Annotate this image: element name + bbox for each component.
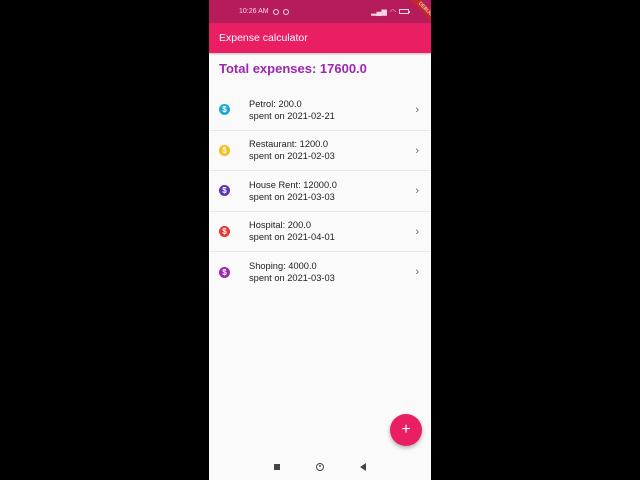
phone-screen: 10:26 AM ▂▄▆ ◠ DEBUG Expense calculator … <box>209 0 431 480</box>
add-expense-button[interactable]: + <box>390 414 422 446</box>
recents-button[interactable] <box>274 463 280 470</box>
notification-icon <box>272 8 279 15</box>
app-title: Expense calculator <box>219 32 308 44</box>
status-bar: 10:26 AM ▂▄▆ ◠ DEBUG <box>209 0 431 29</box>
expense-date: spent on 2021-03-03 <box>249 191 335 202</box>
app-bar: Expense calculator <box>209 23 431 53</box>
chevron-right-icon[interactable]: › <box>415 145 419 157</box>
expense-title: House Rent: 12000.0 <box>249 179 337 190</box>
chevron-right-icon[interactable]: › <box>415 266 419 278</box>
list-item[interactable]: $ Petrol: 200.0 spent on 2021-02-21 › <box>209 90 431 131</box>
expense-title: Shoping: 4000.0 <box>249 261 317 272</box>
dollar-coin-icon: $ <box>219 144 230 156</box>
chevron-right-icon[interactable]: › <box>415 104 419 116</box>
expense-date: spent on 2021-02-21 <box>249 110 335 121</box>
wifi-icon: ◠ <box>389 8 396 16</box>
list-item[interactable]: $ House Rent: 12000.0 spent on 2021-03-0… <box>209 171 431 212</box>
home-button[interactable] <box>316 462 324 471</box>
list-item[interactable]: $ Hospital: 200.0 spent on 2021-04-01 › <box>209 212 431 252</box>
expense-title: Petrol: 200.0 <box>249 98 302 109</box>
battery-icon <box>399 9 410 14</box>
chevron-right-icon[interactable]: › <box>415 226 419 238</box>
sync-icon <box>282 8 289 15</box>
plus-icon: + <box>401 421 411 438</box>
expense-date: spent on 2021-02-03 <box>249 151 335 162</box>
system-nav-bar <box>209 453 431 480</box>
dollar-coin-icon: $ <box>219 104 230 116</box>
status-time: 10:26 AM <box>239 8 269 15</box>
expense-title: Restaurant: 1200.0 <box>249 139 329 150</box>
back-button[interactable] <box>360 462 366 471</box>
signal-icon: ▂▄▆ <box>371 8 387 16</box>
expense-title: Hospital: 200.0 <box>249 220 312 231</box>
expense-list: $ Petrol: 200.0 spent on 2021-02-21 › $ … <box>209 90 431 293</box>
list-item[interactable]: $ Shoping: 4000.0 spent on 2021-03-03 › <box>209 252 431 293</box>
list-item[interactable]: $ Restaurant: 1200.0 spent on 2021-02-03… <box>209 131 431 171</box>
dollar-coin-icon: $ <box>219 225 230 237</box>
expense-date: spent on 2021-04-01 <box>249 232 335 243</box>
total-expenses: Total expenses: 17600.0 <box>219 61 367 76</box>
expense-date: spent on 2021-03-03 <box>249 273 335 284</box>
chevron-right-icon[interactable]: › <box>415 185 419 197</box>
dollar-coin-icon: $ <box>219 266 230 278</box>
dollar-coin-icon: $ <box>219 185 230 197</box>
